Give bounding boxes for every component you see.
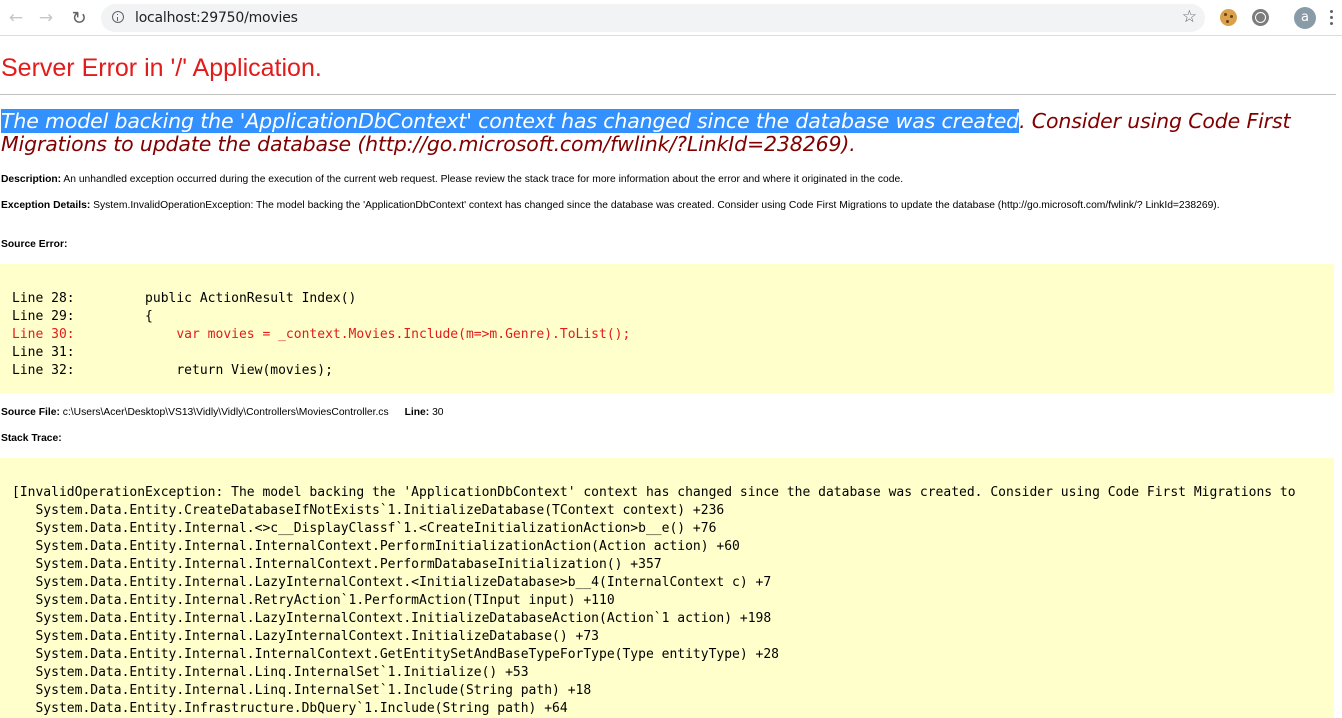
selected-text: The model backing the 'ApplicationDbCont…	[1, 109, 1020, 133]
back-icon[interactable]: ←	[4, 6, 28, 30]
source-line: Line 31:	[12, 345, 75, 360]
exception-label: Exception Details:	[1, 200, 91, 211]
reload-icon[interactable]: ↻	[67, 6, 91, 30]
stack-trace-line: System.Data.Entity.Internal.LazyInternal…	[12, 629, 599, 644]
stack-trace-line: System.Data.Entity.Internal.InternalCont…	[12, 557, 662, 572]
stack-trace-line: System.Data.Entity.Internal.LazyInternal…	[12, 611, 772, 626]
source-file-label: Source File:	[1, 407, 60, 418]
source-file-path: c:\Users\Acer\Desktop\VS13\Vidly\Vidly\C…	[59, 407, 389, 418]
globe-icon[interactable]	[1252, 9, 1269, 26]
stack-trace-line: System.Data.Entity.Internal.Linq.Interna…	[12, 683, 592, 698]
source-line: Line 29: {	[12, 309, 153, 324]
browser-toolbar: ← → ↻ localhost:29750/movies ☆ a	[0, 0, 1342, 36]
stack-trace-heading: Stack Trace:	[1, 433, 62, 444]
description: Description: An unhandled exception occu…	[1, 174, 1331, 186]
stack-trace-line: System.Data.Entity.CreateDatabaseIfNotEx…	[12, 503, 725, 518]
url-text[interactable]: localhost:29750/movies	[135, 10, 298, 26]
forward-icon[interactable]: →	[34, 6, 58, 30]
stack-trace-line: System.Data.Entity.Internal.Linq.Interna…	[12, 665, 529, 680]
divider	[0, 94, 1336, 95]
stack-trace-line: [InvalidOperationException: The model ba…	[12, 485, 1296, 500]
avatar[interactable]: a	[1294, 7, 1316, 29]
menu-icon[interactable]	[1330, 10, 1334, 26]
stack-trace-line: System.Data.Entity.Internal.<>c__Display…	[12, 521, 717, 536]
source-file: Source File: c:\Users\Acer\Desktop\VS13\…	[1, 407, 1331, 419]
description-label: Description:	[1, 174, 62, 185]
line-label: Line:	[404, 407, 430, 418]
page-title: Server Error in '/' Application.	[1, 54, 322, 82]
stack-trace-line: System.Data.Entity.Infrastructure.DbQuer…	[12, 701, 568, 716]
stack-trace-line: System.Data.Entity.Internal.RetryAction`…	[12, 593, 615, 608]
source-error-box: Line 28: public ActionResult Index() Line…	[0, 264, 1334, 393]
source-error-heading: Source Error:	[1, 239, 68, 250]
stack-trace-line: System.Data.Entity.Internal.LazyInternal…	[12, 575, 772, 590]
info-icon[interactable]	[112, 11, 124, 23]
stack-trace-box: [InvalidOperationException: The model ba…	[0, 458, 1334, 718]
cookie-icon[interactable]	[1220, 9, 1237, 26]
error-message: The model backing the 'ApplicationDbCont…	[1, 109, 1336, 156]
star-icon[interactable]: ☆	[1182, 7, 1197, 27]
line-value: 30	[429, 407, 444, 418]
stack-trace-line: System.Data.Entity.Internal.InternalCont…	[12, 647, 780, 662]
stack-trace-line: System.Data.Entity.Internal.InternalCont…	[12, 539, 740, 554]
source-line: Line 32: return View(movies);	[12, 363, 333, 378]
exception-text: System.InvalidOperationException: The mo…	[90, 200, 1220, 211]
address-bar[interactable]: localhost:29750/movies ☆	[101, 4, 1205, 32]
source-line: Line 28: public ActionResult Index()	[12, 291, 357, 306]
exception-details: Exception Details: System.InvalidOperati…	[1, 200, 1276, 212]
source-line-error: Line 30: var movies = _context.Movies.In…	[12, 327, 631, 342]
description-text: An unhandled exception occurred during t…	[61, 174, 904, 185]
